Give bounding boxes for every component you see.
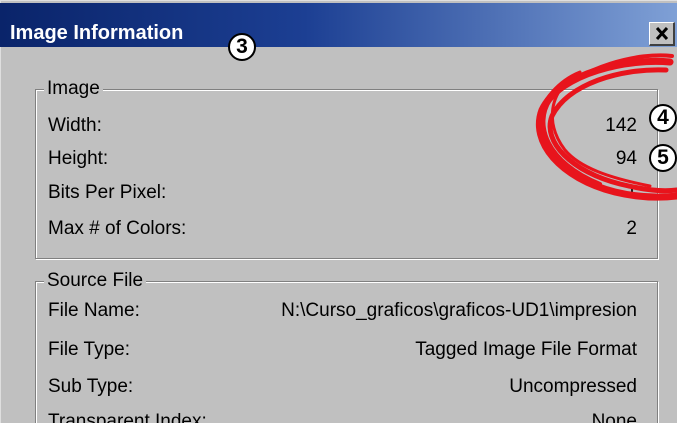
file-name-value: N:\Curso_graficos\graficos-UD1\impresion xyxy=(281,300,637,321)
marker-5: 5 xyxy=(649,144,677,172)
image-group-label: Image xyxy=(44,78,103,100)
file-type-label: File Type: xyxy=(48,339,131,360)
window-title: Image Information xyxy=(10,22,184,44)
file-type-value: Tagged Image File Format xyxy=(415,339,637,360)
sub-type-value: Uncompressed xyxy=(509,376,637,397)
file-name-label: File Name: xyxy=(48,300,140,321)
close-button[interactable] xyxy=(649,22,675,46)
marker-4: 4 xyxy=(649,104,677,132)
height-value: 94 xyxy=(615,148,637,169)
bits-per-pixel-value: 1 xyxy=(626,182,637,203)
close-icon xyxy=(655,27,668,40)
width-label: Width: xyxy=(48,115,102,136)
title-bar[interactable]: Image Information xyxy=(0,3,677,47)
transparent-index-label: Transparent Index: xyxy=(48,411,207,423)
sub-type-label: Sub Type: xyxy=(48,376,134,397)
width-value: 142 xyxy=(605,115,637,136)
transparent-index-value: None xyxy=(591,411,637,423)
height-label: Height: xyxy=(48,148,109,169)
bits-per-pixel-label: Bits Per Pixel: xyxy=(48,182,167,203)
image-information-dialog: Image Information Image Width: 142 Heigh… xyxy=(0,0,677,423)
max-colors-value: 2 xyxy=(626,218,637,239)
marker-3: 3 xyxy=(228,33,256,61)
max-colors-label: Max # of Colors: xyxy=(48,218,187,239)
source-file-group-label: Source File xyxy=(44,270,147,292)
